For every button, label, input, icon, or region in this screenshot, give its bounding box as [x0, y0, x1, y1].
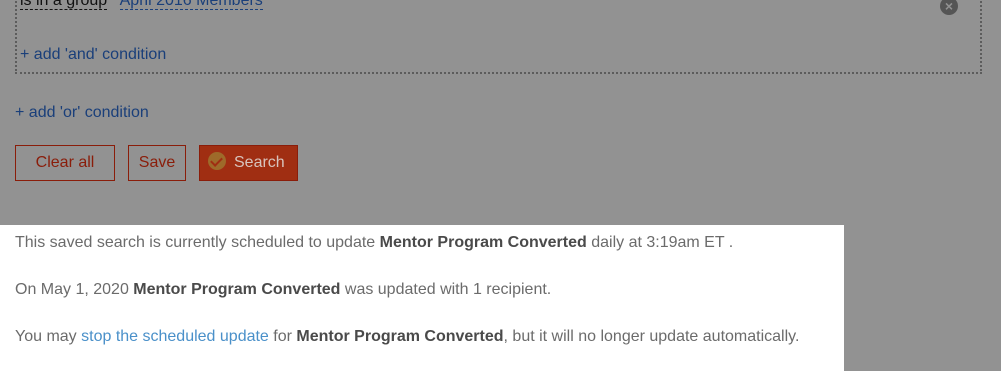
stop-schedule-middle: for [268, 328, 297, 345]
last-update-prefix: On May 1, 2020 [15, 281, 134, 298]
stop-schedule-suffix: , but it will no longer update automatic… [503, 328, 800, 345]
add-and-condition-link[interactable]: + add 'and' condition [20, 46, 166, 64]
schedule-status-text: This saved search is currently scheduled… [15, 234, 733, 252]
condition-field[interactable]: is in a group [20, 0, 108, 10]
last-update-suffix: was updated with 1 recipient. [340, 281, 552, 298]
search-button[interactable]: Search [199, 145, 298, 181]
last-update-text: On May 1, 2020 Mentor Program Converted … [15, 281, 551, 299]
stop-schedule-text: You may stop the scheduled update for Me… [15, 328, 799, 346]
schedule-status-prefix: This saved search is currently scheduled… [15, 234, 380, 251]
save-button[interactable]: Save [128, 145, 186, 181]
stop-scheduled-update-link[interactable]: stop the scheduled update [81, 328, 269, 345]
stop-schedule-prefix: You may [15, 328, 82, 345]
condition-value[interactable]: April 2016 Members [119, 0, 263, 10]
clear-all-button[interactable]: Clear all [15, 145, 115, 181]
condition-row: is in a group April 2016 Members [20, 0, 263, 10]
check-circle-icon [208, 152, 226, 171]
add-or-condition-link[interactable]: + add 'or' condition [15, 104, 149, 122]
search-name: Mentor Program Converted [296, 328, 504, 345]
search-name: Mentor Program Converted [133, 281, 341, 298]
schedule-status-suffix: daily at 3:19am ET . [586, 234, 734, 251]
search-name: Mentor Program Converted [379, 234, 587, 251]
schedule-info-panel: This saved search is currently scheduled… [0, 225, 844, 371]
search-button-label: Search [234, 154, 285, 171]
